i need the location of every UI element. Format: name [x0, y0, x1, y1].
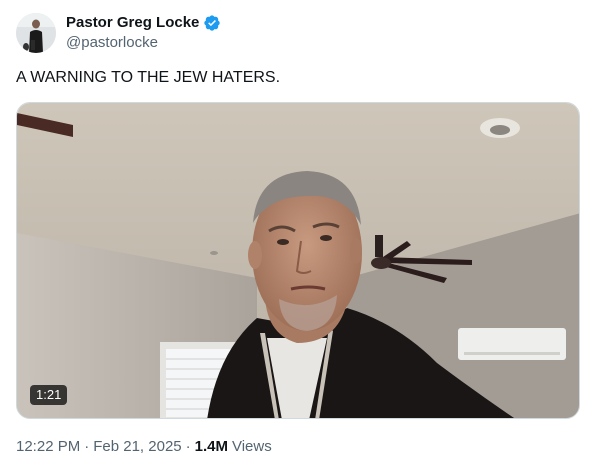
video-duration-badge: 1:21	[30, 385, 68, 405]
video-thumbnail	[17, 103, 579, 418]
author-info: Pastor Greg Locke @pastorlocke	[66, 13, 221, 53]
meta-separator: ·	[185, 438, 191, 455]
meta-separator: ·	[84, 438, 90, 455]
tweet-metadata: 12:22 PM · Feb 21, 2025 · 1.4M Views	[16, 437, 272, 457]
tweet-time[interactable]: 12:22 PM	[16, 437, 80, 457]
video-player[interactable]: 1:21	[16, 102, 580, 419]
tweet-header: Pastor Greg Locke @pastorlocke	[16, 12, 221, 54]
name-row: Pastor Greg Locke	[66, 13, 221, 33]
tweet-date[interactable]: Feb 21, 2025	[93, 437, 181, 457]
views-count[interactable]: 1.4M	[195, 437, 228, 457]
tweet-card: Pastor Greg Locke @pastorlocke A WARNING…	[0, 0, 611, 473]
avatar[interactable]	[16, 13, 56, 53]
tweet-text: A WARNING TO THE JEW HATERS.	[16, 69, 281, 86]
views-label[interactable]: Views	[232, 437, 272, 457]
verified-badge-icon[interactable]	[203, 14, 221, 32]
author-handle[interactable]: @pastorlocke	[66, 33, 221, 53]
author-display-name[interactable]: Pastor Greg Locke	[66, 13, 199, 33]
